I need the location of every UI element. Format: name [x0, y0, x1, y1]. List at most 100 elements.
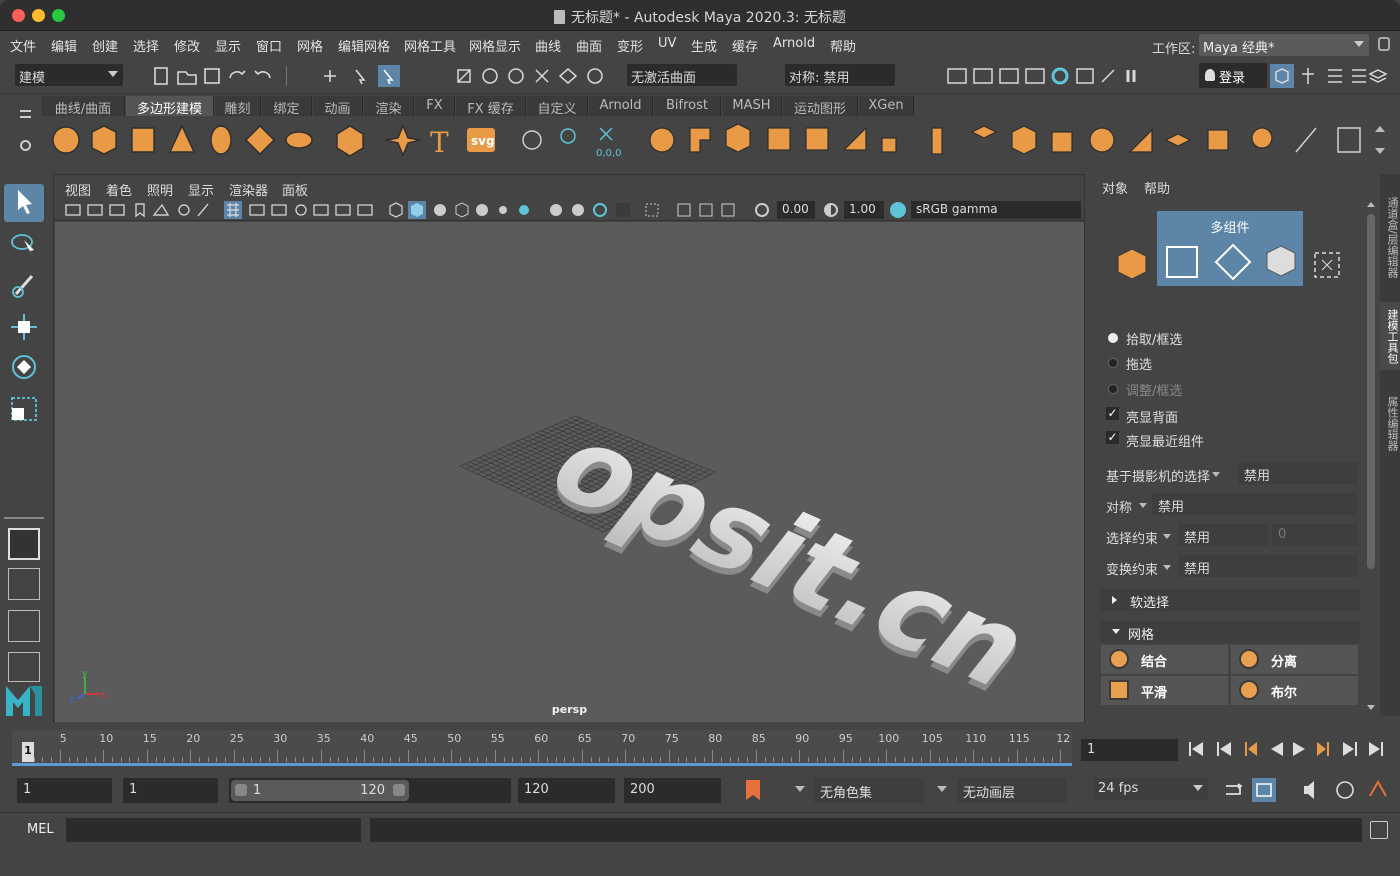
menu-generate[interactable]: 生成: [691, 36, 717, 55]
quad-draw-icon[interactable]: [1251, 127, 1273, 149]
redo-icon[interactable]: [254, 70, 271, 79]
tab-motion-graphics[interactable]: 运动图形: [783, 96, 858, 117]
live-surface-field[interactable]: 无激活曲面: [627, 64, 737, 86]
tab-xgen[interactable]: XGen: [859, 96, 914, 116]
resolution-gate-icon[interactable]: [271, 204, 287, 216]
bookmark-icon[interactable]: [746, 780, 760, 800]
toggle-channel-box-icon[interactable]: [1368, 69, 1388, 83]
2d-pan-zoom-icon[interactable]: [152, 203, 170, 216]
edge-mode-icon[interactable]: [1214, 243, 1252, 281]
combine-button[interactable]: 结合: [1101, 645, 1228, 674]
range-slider-handle[interactable]: 1 120: [231, 780, 409, 801]
play-backwards-icon[interactable]: [1271, 742, 1283, 756]
vertex-mode-icon[interactable]: [1166, 246, 1198, 278]
boolean-icon[interactable]: [881, 137, 897, 153]
film-gate-icon[interactable]: [249, 204, 265, 216]
grease-pencil-icon[interactable]: [178, 204, 190, 216]
safe-title-icon[interactable]: [357, 204, 373, 216]
menu-curves[interactable]: 曲线: [535, 36, 561, 55]
screen-space-ao-icon[interactable]: [550, 204, 562, 216]
extrude-icon[interactable]: [931, 127, 943, 155]
move-tool-button[interactable]: [4, 308, 44, 346]
workspace-select[interactable]: Maya 经典*: [1199, 34, 1369, 56]
poly-type-icon[interactable]: T: [430, 126, 449, 159]
save-scene-icon[interactable]: [204, 68, 220, 84]
range-start-knob[interactable]: [235, 784, 247, 796]
tab-fx-caching[interactable]: FX 缓存: [456, 96, 526, 117]
viewport-canvas[interactable]: opsit.cn opsit.cn x y z persp: [55, 222, 1084, 722]
separate-icon[interactable]: [689, 127, 711, 153]
chevron-down-icon[interactable]: [1163, 565, 1171, 570]
ipr-render-icon[interactable]: [999, 68, 1019, 84]
field-chart-icon[interactable]: [313, 204, 329, 216]
tab-fx[interactable]: FX: [415, 96, 455, 116]
four-view-layout-button[interactable]: [8, 568, 40, 600]
tab-curves-surfaces[interactable]: 曲线/曲面: [42, 96, 125, 117]
depth-of-field-icon[interactable]: [616, 203, 630, 217]
menu-mesh-tools[interactable]: 网格工具: [404, 36, 456, 55]
toolkit-menu-help[interactable]: 帮助: [1144, 178, 1170, 197]
lock-icon[interactable]: [1378, 37, 1390, 51]
textured-icon[interactable]: [476, 204, 488, 216]
menu-select[interactable]: 选择: [133, 36, 159, 55]
pause-viewport-icon[interactable]: [1126, 70, 1136, 82]
bookmarks-icon[interactable]: [109, 204, 125, 216]
poly-disc-icon[interactable]: [285, 131, 313, 149]
poly-sphere-icon[interactable]: [52, 126, 80, 154]
shelf-menu-icon[interactable]: [20, 110, 31, 118]
render-current-icon[interactable]: [973, 68, 993, 84]
mesh-section[interactable]: 网格: [1100, 621, 1360, 643]
wireframe-icon[interactable]: [389, 202, 403, 218]
tab-arnold[interactable]: Arnold: [589, 96, 653, 116]
platonic-solid-icon[interactable]: [336, 125, 364, 157]
color-management-icon[interactable]: [890, 202, 906, 218]
auto-key-icon[interactable]: [1336, 781, 1354, 799]
toggle-character-controls-icon[interactable]: [1302, 68, 1314, 84]
scroll-down-icon[interactable]: [1367, 705, 1375, 710]
toolkit-menu-object[interactable]: 对象: [1102, 178, 1128, 197]
pick-marquee-radio[interactable]: 拾取/框选: [1106, 329, 1182, 348]
target-weld-icon[interactable]: [1164, 133, 1192, 147]
reduce-icon[interactable]: [805, 127, 829, 151]
poly-torus-icon[interactable]: [210, 125, 232, 155]
wireframe-on-shaded-icon[interactable]: [455, 202, 469, 218]
chevron-down-icon[interactable]: [937, 786, 947, 792]
tab-custom[interactable]: 自定义: [527, 96, 588, 117]
xray-joints-icon[interactable]: [721, 203, 735, 217]
anim-prefs-icon[interactable]: [1369, 779, 1387, 797]
sound-icon[interactable]: [1304, 781, 1314, 799]
safe-action-icon[interactable]: [335, 204, 351, 216]
menu-windows[interactable]: 窗口: [256, 36, 282, 55]
default-material-icon[interactable]: [434, 204, 446, 216]
current-frame-field[interactable]: 1: [1081, 739, 1178, 761]
poly-cylinder-icon[interactable]: [131, 127, 155, 153]
xray-active-icon[interactable]: [699, 203, 713, 217]
command-input[interactable]: [66, 818, 361, 842]
camera-based-selection-value[interactable]: 禁用: [1238, 462, 1358, 484]
step-back-frame-icon[interactable]: [1217, 742, 1231, 756]
toggle-tool-settings-icon[interactable]: [1352, 69, 1366, 83]
tab-sculpting[interactable]: 雕刻: [215, 96, 261, 117]
single-perspective-layout-button[interactable]: [8, 528, 40, 560]
gate-mask-icon[interactable]: [295, 204, 307, 216]
render-view-icon[interactable]: [947, 68, 967, 84]
scroll-up-icon[interactable]: [1367, 202, 1375, 207]
light-editor-icon[interactable]: [1101, 69, 1115, 83]
gamma-icon[interactable]: [824, 203, 838, 217]
multi-component-button[interactable]: 多组件: [1157, 211, 1303, 286]
exposure-icon[interactable]: [755, 203, 769, 217]
freeze-transform-icon[interactable]: [599, 127, 613, 141]
uv-mode-icon[interactable]: [1312, 250, 1342, 280]
pen-icon[interactable]: [197, 203, 209, 217]
drag-radio[interactable]: 拖选: [1106, 354, 1152, 373]
select-object-icon[interactable]: [355, 69, 366, 85]
gamma-field[interactable]: 1.00: [844, 201, 884, 219]
go-to-end-icon[interactable]: [1369, 742, 1383, 756]
anti-aliasing-icon[interactable]: [593, 203, 607, 217]
step-forward-key-icon[interactable]: [1317, 742, 1329, 756]
step-back-key-icon[interactable]: [1245, 742, 1257, 756]
character-set-field[interactable]: 无角色集: [814, 778, 924, 803]
rotate-tool-button[interactable]: [4, 348, 44, 386]
select-tool-button[interactable]: [4, 184, 44, 222]
xray-icon[interactable]: [677, 203, 691, 217]
